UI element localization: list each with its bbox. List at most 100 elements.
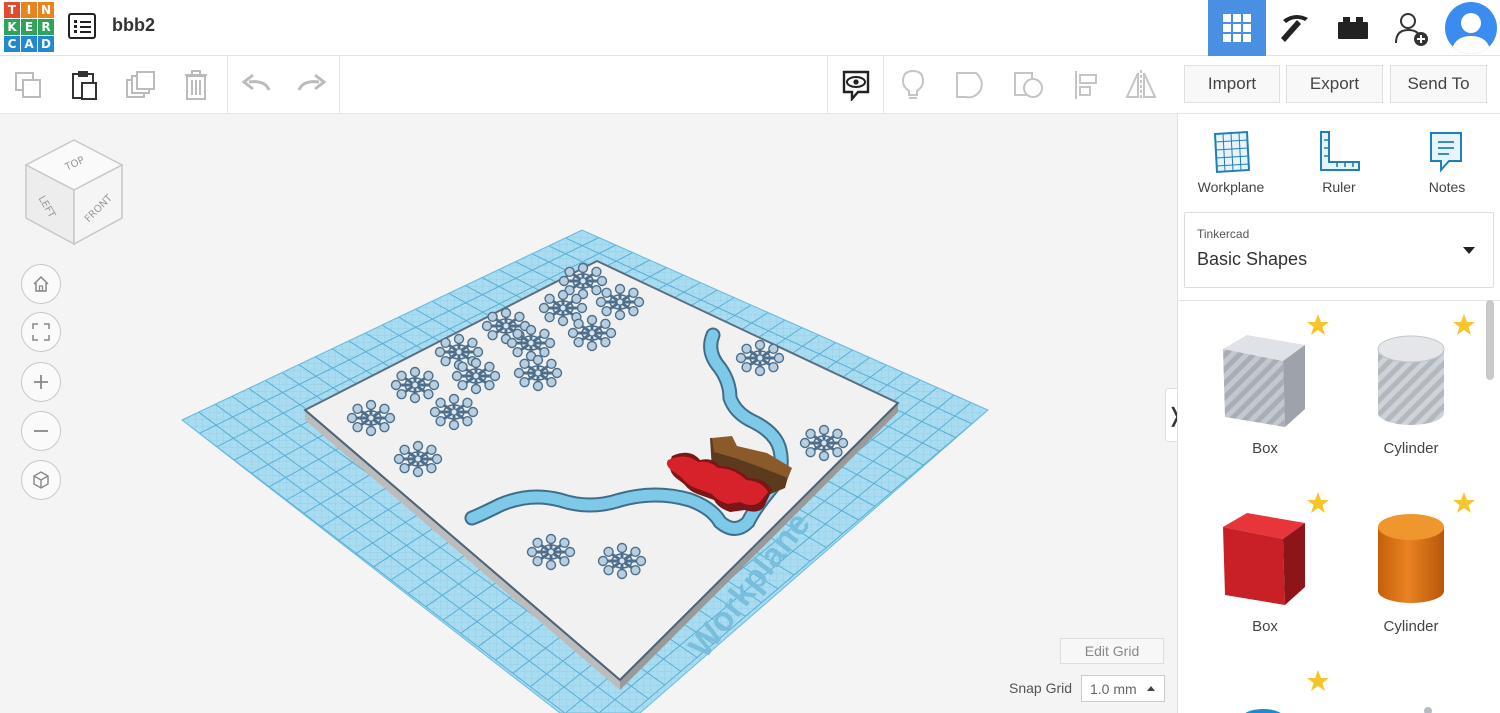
pickaxe-icon — [1281, 14, 1308, 42]
logo-letter: T — [4, 2, 20, 18]
duplicate-button[interactable] — [112, 56, 168, 114]
paste-icon — [72, 71, 97, 100]
snap-grid-value: 1.0 mm — [1090, 680, 1137, 697]
circuits-nav-button[interactable] — [1266, 0, 1324, 56]
collapse-panel-button[interactable]: ❭ — [1165, 388, 1177, 442]
hint-button[interactable] — [885, 56, 941, 114]
edit-grid-button[interactable]: Edit Grid — [1060, 638, 1164, 664]
design-title[interactable]: bbb2 — [112, 15, 155, 36]
fit-view-button[interactable] — [21, 312, 61, 352]
bricks-nav-button[interactable] — [1324, 0, 1382, 56]
snowflake-shape[interactable] — [567, 314, 617, 352]
snowflake-shape[interactable] — [393, 440, 443, 478]
ruler-tool-label: Ruler — [1322, 179, 1356, 195]
favorite-star-icon[interactable] — [1306, 313, 1330, 337]
snap-grid-select[interactable]: 1.0 mm — [1081, 675, 1165, 702]
undo-button[interactable] — [228, 56, 284, 114]
lightbulb-icon — [901, 69, 925, 99]
avatar[interactable] — [1445, 2, 1497, 54]
brick-icon — [1338, 17, 1368, 39]
favorite-star-icon[interactable] — [1306, 491, 1330, 515]
align-button[interactable] — [1058, 56, 1114, 114]
plus-icon — [34, 375, 48, 389]
fit-all-icon — [32, 323, 50, 341]
3d-viewport[interactable]: Workplane TOP LEFT FRONT Edit Grid Snap … — [0, 114, 1177, 713]
snap-grid-label: Snap Grid — [1009, 680, 1073, 696]
workplane-icon — [1213, 130, 1251, 174]
user-avatar-icon — [1451, 13, 1491, 54]
snowflake-shape[interactable] — [526, 533, 576, 571]
show-notes-button[interactable] — [828, 56, 884, 114]
shape-library-dropdown[interactable]: Tinkercad Basic Shapes — [1184, 212, 1494, 288]
redo-button[interactable] — [284, 56, 340, 114]
notes-tool-button[interactable]: Notes — [1397, 126, 1497, 202]
invite-user-button[interactable] — [1382, 0, 1440, 56]
tinkercad-logo[interactable]: T I N K E R C A D — [4, 2, 54, 52]
library-name: Basic Shapes — [1197, 249, 1308, 269]
logo-letter: I — [21, 2, 37, 18]
perspective-toggle-button[interactable] — [21, 460, 61, 500]
export-button[interactable]: Export — [1286, 65, 1383, 103]
home-view-button[interactable] — [21, 264, 61, 304]
shapes-grid: Box Cylinder Box Cylinder — [1178, 300, 1500, 713]
snowflake-shape[interactable] — [513, 354, 563, 392]
snowflake-shape[interactable] — [506, 324, 556, 362]
shape-label: Box — [1252, 440, 1278, 457]
ungroup-icon — [1014, 72, 1043, 98]
snowflake-shape[interactable] — [595, 283, 645, 321]
ruler-tool-button[interactable]: Ruler — [1289, 126, 1389, 202]
box-hole-icon — [1223, 335, 1305, 427]
eye-speech-icon — [842, 70, 870, 101]
group-icon — [956, 72, 983, 99]
view-cube[interactable]: TOP LEFT FRONT — [24, 138, 124, 248]
delete-button[interactable] — [168, 56, 224, 114]
tinkercad-app: T I N K E R C A D bbb2 Import Export Sen… — [0, 0, 1500, 713]
logo-letter: C — [4, 36, 20, 52]
favorite-star-icon[interactable] — [1452, 491, 1476, 515]
panel-scrollbar[interactable] — [1486, 300, 1494, 380]
notes-tool-label: Notes — [1428, 179, 1466, 195]
shape-partial — [1424, 707, 1432, 713]
box-icon — [1223, 513, 1305, 605]
copy-button[interactable] — [0, 56, 56, 114]
shape-label: Box — [1252, 618, 1278, 635]
snowflake-shape[interactable] — [735, 339, 785, 377]
logo-letter: K — [4, 19, 20, 35]
snowflake-shape[interactable] — [429, 393, 479, 431]
ungroup-button[interactable] — [1001, 56, 1057, 114]
library-category: Tinkercad — [1197, 227, 1250, 241]
chevron-right-icon: ❭ — [1167, 403, 1177, 428]
3d-design-nav-button[interactable] — [1208, 0, 1266, 56]
workplane-tool-button[interactable]: Workplane — [1181, 126, 1281, 202]
snowflake-shape[interactable] — [390, 366, 440, 404]
align-icon — [1075, 71, 1097, 99]
shapes-panel: Workplane Ruler Notes Tinkercad Basic Sh… — [1177, 114, 1500, 713]
design-list-menu-icon[interactable] — [68, 13, 96, 39]
sphere-shape-partial[interactable] — [1238, 699, 1288, 713]
zoom-in-button[interactable] — [21, 362, 61, 402]
group-button[interactable] — [943, 56, 999, 114]
zoom-out-button[interactable] — [21, 411, 61, 451]
send-to-button[interactable]: Send To — [1390, 65, 1487, 103]
logo-letter: N — [38, 2, 54, 18]
workplane-scene[interactable]: Workplane — [0, 114, 1177, 713]
mirror-button[interactable] — [1113, 56, 1169, 114]
favorite-star-icon[interactable] — [1452, 313, 1476, 337]
paste-button[interactable] — [56, 56, 112, 114]
favorite-star-icon[interactable] — [1306, 669, 1330, 693]
snowflake-shape[interactable] — [451, 357, 501, 395]
minus-icon — [34, 430, 48, 432]
logo-letter: R — [38, 19, 54, 35]
project-actions: Import Export Send To — [1177, 56, 1500, 114]
ruler-icon — [1320, 131, 1360, 171]
logo-letter: A — [21, 36, 37, 52]
copy-icon — [15, 72, 41, 98]
snowflake-shape[interactable] — [346, 399, 396, 437]
cylinder-hole-icon — [1377, 335, 1445, 425]
caret-down-icon — [1463, 247, 1475, 254]
snowflake-shape[interactable] — [799, 424, 849, 462]
shape-label: Cylinder — [1383, 618, 1439, 635]
home-icon — [33, 275, 49, 292]
snowflake-shape[interactable] — [597, 542, 647, 580]
import-button[interactable]: Import — [1184, 65, 1280, 103]
